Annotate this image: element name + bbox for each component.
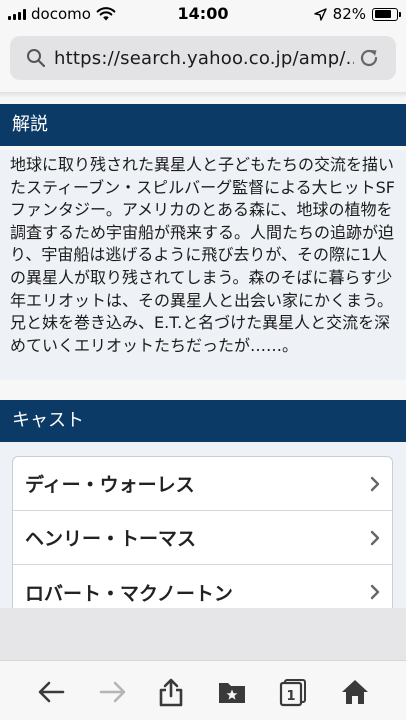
- synopsis-header: 解説: [0, 104, 406, 146]
- cast-name: ヘンリー・トーマス: [25, 528, 197, 550]
- cast-header: キャスト: [0, 400, 406, 442]
- bookmarks-icon: [219, 683, 245, 703]
- battery-fill: [374, 10, 391, 18]
- reload-icon[interactable]: [358, 47, 380, 69]
- cast-name: ロバート・マクノートン: [25, 582, 233, 605]
- share-button[interactable]: [154, 675, 188, 709]
- cast-item[interactable]: ヘンリー・トーマス: [13, 511, 392, 565]
- cast-name: ディー・ウォーレス: [25, 474, 195, 496]
- browser-toolbar: 1: [0, 660, 406, 720]
- back-button[interactable]: [34, 675, 68, 709]
- cast-item[interactable]: ロバート・マクノートン: [13, 565, 392, 608]
- search-icon: [27, 49, 46, 68]
- address-bar[interactable]: https://search.yahoo.co.jp/amp/...: [10, 36, 396, 80]
- divider: [0, 92, 406, 98]
- forward-arrow-icon: [99, 681, 126, 703]
- chevron-right-icon: [370, 530, 380, 546]
- cast-list: ディー・ウォーレス ヘンリー・トーマスロバート・マクノートン: [12, 456, 393, 608]
- bookmarks-button[interactable]: [215, 675, 249, 709]
- chevron-right-icon: [370, 476, 380, 492]
- battery-percent: 82%: [332, 5, 366, 23]
- status-right: 82%: [313, 5, 401, 23]
- battery-icon: [372, 7, 401, 21]
- page-bottom-area: [0, 608, 406, 660]
- cast-item[interactable]: ディー・ウォーレス: [13, 457, 392, 511]
- url-text[interactable]: https://search.yahoo.co.jp/amp/...: [54, 48, 354, 69]
- synopsis-text: 地球に取り残された異星人と子どもたちの交流を描いたスティーブン・スピルバーグ監督…: [0, 150, 406, 380]
- home-button[interactable]: [338, 675, 372, 709]
- browser-address-area: https://search.yahoo.co.jp/amp/...: [0, 28, 406, 92]
- tab-count: 1: [286, 689, 295, 704]
- share-icon: [159, 678, 183, 707]
- tabs-icon: 1: [279, 679, 306, 707]
- cast-area: ディー・ウォーレス ヘンリー・トーマスロバート・マクノートン: [0, 442, 406, 608]
- back-arrow-icon: [38, 681, 65, 703]
- tabs-button[interactable]: 1: [276, 675, 310, 709]
- home-icon: [342, 680, 368, 704]
- location-arrow-icon: [313, 7, 327, 21]
- forward-button[interactable]: [96, 675, 130, 709]
- chevron-right-icon: [370, 584, 380, 600]
- status-bar: docomo 14:00 82%: [0, 0, 406, 28]
